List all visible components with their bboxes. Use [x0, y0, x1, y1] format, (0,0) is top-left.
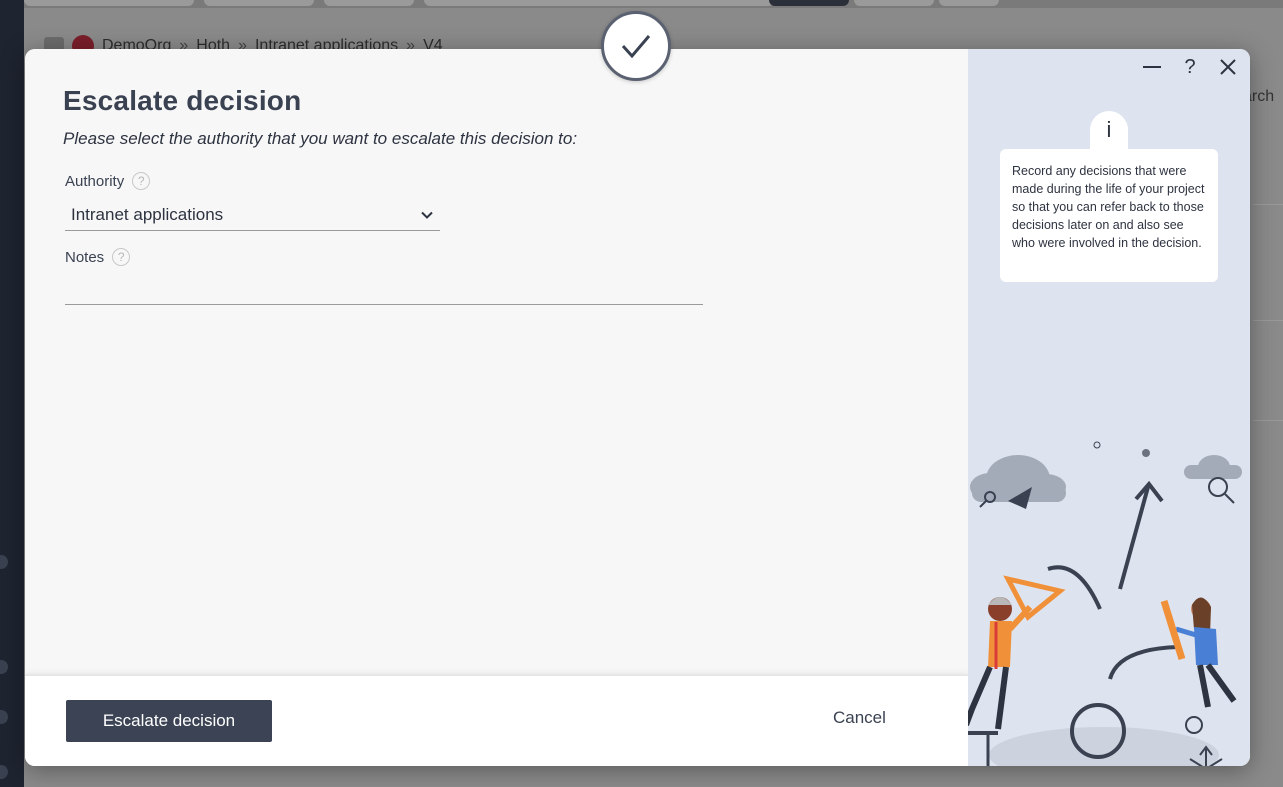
authority-label-row: Authority ?	[65, 172, 151, 190]
sidebar-handle	[0, 555, 8, 569]
cloud-icon	[1184, 455, 1242, 479]
dialog-footer: Escalate decision Cancel	[25, 674, 968, 766]
checkmark-icon	[601, 11, 671, 81]
info-icon: i	[1090, 111, 1128, 151]
dialog-main: Escalate decision Please select the auth…	[25, 49, 968, 766]
help-icon[interactable]: ?	[112, 248, 131, 266]
set-square-icon	[1003, 575, 1066, 621]
help-icon[interactable]: ?	[1178, 55, 1202, 79]
decision-illustration	[968, 441, 1242, 766]
app-topbar	[24, 0, 1283, 8]
dialog-subtitle: Please select the authority that you wan…	[63, 129, 578, 148]
cancel-button[interactable]: Cancel	[833, 708, 886, 728]
help-icon[interactable]: ?	[132, 172, 151, 190]
divider	[1253, 420, 1283, 421]
sidebar-handle	[0, 765, 8, 779]
help-pane: ? i Record any decisions that were made …	[968, 49, 1250, 766]
person-figure-man	[968, 597, 1033, 730]
window-controls: ?	[1140, 55, 1240, 79]
notes-label-row: Notes ?	[65, 248, 131, 266]
authority-select-value: Intranet applications	[71, 204, 224, 224]
escalate-decision-button[interactable]: Escalate decision	[66, 700, 272, 742]
magnifier-icon	[1208, 477, 1235, 504]
notes-input[interactable]	[65, 273, 703, 305]
authority-select[interactable]: Intranet applications	[65, 199, 440, 231]
person-figure-woman	[1175, 597, 1237, 708]
close-icon[interactable]	[1216, 55, 1240, 79]
divider	[1253, 320, 1283, 321]
escalate-decision-dialog: Escalate decision Please select the auth…	[25, 49, 1250, 766]
divider	[1253, 204, 1283, 205]
authority-label: Authority	[65, 172, 125, 190]
chevron-down-icon	[421, 211, 433, 219]
info-text: Record any decisions that were made duri…	[1000, 149, 1218, 282]
sidebar-handle	[0, 710, 8, 724]
sidebar-handle	[0, 660, 8, 674]
notes-label: Notes	[65, 248, 105, 266]
dialog-title: Escalate decision	[63, 85, 302, 116]
app-sidebar	[0, 0, 24, 787]
minimize-icon[interactable]	[1140, 55, 1164, 79]
